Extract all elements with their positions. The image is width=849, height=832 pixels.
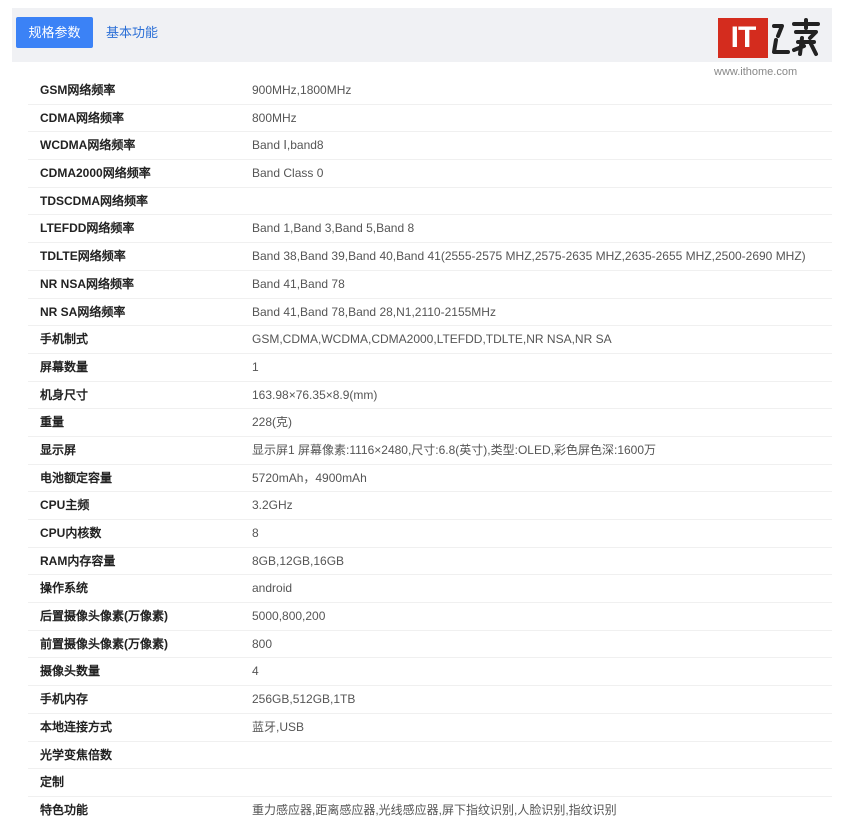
spec-value: 163.98×76.35×8.9(mm) bbox=[252, 387, 378, 402]
spec-row: 屏幕数量 1 bbox=[28, 354, 832, 382]
spec-value: android bbox=[252, 581, 293, 596]
spec-row: 光学变焦倍数 bbox=[28, 742, 832, 770]
spec-row: TDLTE网络频率 Band 38,Band 39,Band 40,Band 41… bbox=[28, 243, 832, 271]
spec-label: CDMA2000网络频率 bbox=[40, 166, 151, 181]
spec-row: 摄像头数量 4 bbox=[28, 658, 832, 687]
spec-row: 前置摄像头像素(万像素) 800 bbox=[28, 631, 832, 659]
spec-label: 屏幕数量 bbox=[40, 359, 89, 374]
spec-label: 手机内存 bbox=[40, 692, 89, 707]
spec-label: 操作系统 bbox=[40, 581, 89, 596]
spec-row: CPU内核数 8 bbox=[28, 520, 832, 548]
spec-row: 机身尺寸 163.98×76.35×8.9(mm) bbox=[28, 382, 832, 410]
spec-label: NR NSA网络频率 bbox=[40, 276, 135, 291]
spec-value: Band 41,Band 78,Band 28,N1,2110-2155MHz bbox=[252, 304, 496, 319]
spec-row: CPU主频 3.2GHz bbox=[28, 492, 832, 520]
spec-value: Band Class 0 bbox=[252, 166, 324, 181]
logo-it-box: IT bbox=[718, 18, 768, 58]
spec-label: 手机制式 bbox=[40, 332, 89, 347]
spec-row: 显示屏 显示屏1 屏幕像素:1116×2480,尺寸:6.8(英寸),类型:OLE… bbox=[28, 437, 832, 465]
spec-row: LTEFDD网络频率 Band 1,Band 3,Band 5,Band 8 bbox=[28, 215, 832, 244]
spec-value: Band 1,Band 3,Band 5,Band 8 bbox=[252, 221, 415, 236]
spec-label: 电池额定容量 bbox=[40, 470, 113, 485]
spec-value: 8 bbox=[252, 526, 259, 540]
spec-row: CDMA网络频率 800MHz bbox=[28, 105, 832, 133]
spec-value: 8GB,12GB,16GB bbox=[252, 553, 345, 568]
spec-row: 重量 228(克) bbox=[28, 409, 832, 437]
spec-label: CPU内核数 bbox=[40, 526, 102, 540]
ithome-logo[interactable]: IT www.ithome.com bbox=[714, 18, 822, 82]
spec-row: 定制 bbox=[28, 769, 832, 797]
spec-row: 操作系统 android bbox=[28, 575, 832, 604]
logo-zhijia-glyph-icon bbox=[772, 18, 820, 56]
spec-value: 4 bbox=[252, 664, 259, 679]
spec-value: 5000,800,200 bbox=[252, 609, 326, 624]
spec-row: WCDMA网络频率 Band Ⅰ,band8 bbox=[28, 132, 832, 161]
spec-label: NR SA网络频率 bbox=[40, 304, 126, 319]
spec-row: TDSCDMA网络频率 bbox=[28, 188, 832, 216]
spec-label: TDLTE网络频率 bbox=[40, 249, 126, 264]
spec-label: CPU主频 bbox=[40, 498, 90, 513]
spec-value: 显示屏1 屏幕像素:1116×2480,尺寸:6.8(英寸),类型:OLED,彩… bbox=[252, 442, 657, 457]
tab-basic-functions[interactable]: 基本功能 bbox=[106, 17, 158, 48]
spec-label: 后置摄像头像素(万像素) bbox=[40, 609, 168, 624]
spec-row: 特色功能 重力感应器,距离感应器,光线感应器,屏下指纹识别,人脸识别,指纹识别 bbox=[28, 797, 832, 825]
spec-label: GSM网络频率 bbox=[40, 83, 116, 97]
spec-label: 本地连接方式 bbox=[40, 719, 113, 734]
spec-label: CDMA网络频率 bbox=[40, 110, 124, 125]
spec-label: 重量 bbox=[40, 415, 65, 430]
spec-label: TDSCDMA网络频率 bbox=[40, 193, 148, 208]
spec-row: 本地连接方式 蓝牙,USB bbox=[28, 714, 832, 742]
spec-row: CDMA2000网络频率 Band Class 0 bbox=[28, 160, 832, 188]
spec-label: 定制 bbox=[40, 775, 65, 790]
spec-value: 800 bbox=[252, 636, 273, 651]
spec-row: 后置摄像头像素(万像素) 5000,800,200 bbox=[28, 603, 832, 631]
spec-value: Band 41,Band 78 bbox=[252, 276, 345, 291]
spec-label: 显示屏 bbox=[40, 442, 77, 457]
spec-value: 3.2GHz bbox=[252, 498, 293, 513]
spec-row: 电池额定容量 5720mAh，4900mAh bbox=[28, 465, 832, 493]
spec-row: NR NSA网络频率 Band 41,Band 78 bbox=[28, 271, 832, 299]
spec-value: GSM,CDMA,WCDMA,CDMA2000,LTEFDD,TDLTE,NR … bbox=[252, 332, 612, 347]
spec-label: 特色功能 bbox=[40, 802, 89, 817]
spec-row: RAM内存容量 8GB,12GB,16GB bbox=[28, 548, 832, 576]
spec-row: 手机内存 256GB,512GB,1TB bbox=[28, 686, 832, 714]
spec-label: 机身尺寸 bbox=[40, 387, 89, 402]
spec-value: 1 bbox=[252, 359, 259, 374]
spec-label: 前置摄像头像素(万像素) bbox=[40, 636, 168, 651]
spec-table: GSM网络频率 900MHz,1800MHz CDMA网络频率 800MHz WCDMA… bbox=[28, 77, 832, 825]
spec-label: LTEFDD网络频率 bbox=[40, 221, 135, 236]
spec-label: 光学变焦倍数 bbox=[40, 747, 113, 762]
tab-bar: 规格参数 基本功能 bbox=[12, 8, 832, 62]
tab-specs[interactable]: 规格参数 bbox=[16, 17, 93, 48]
spec-value: Band Ⅰ,band8 bbox=[252, 138, 324, 153]
spec-label: 摄像头数量 bbox=[40, 664, 101, 679]
spec-value: 256GB,512GB,1TB bbox=[252, 692, 356, 707]
spec-row: 手机制式 GSM,CDMA,WCDMA,CDMA2000,LTEFDD,TDLTE… bbox=[28, 326, 832, 354]
spec-value: 重力感应器,距离感应器,光线感应器,屏下指纹识别,人脸识别,指纹识别 bbox=[252, 802, 617, 817]
spec-row: NR SA网络频率 Band 41,Band 78,Band 28,N1,2110… bbox=[28, 299, 832, 327]
spec-value: 800MHz bbox=[252, 110, 297, 125]
spec-value: 228(克) bbox=[252, 415, 293, 430]
spec-label: WCDMA网络频率 bbox=[40, 138, 136, 153]
spec-value: 900MHz,1800MHz bbox=[252, 83, 352, 97]
spec-label: RAM内存容量 bbox=[40, 553, 116, 568]
spec-value: 5720mAh，4900mAh bbox=[252, 470, 367, 485]
spec-row: GSM网络频率 900MHz,1800MHz bbox=[28, 77, 832, 105]
spec-value: Band 38,Band 39,Band 40,Band 41(2555-257… bbox=[252, 249, 806, 264]
spec-value: 蓝牙,USB bbox=[252, 719, 305, 734]
